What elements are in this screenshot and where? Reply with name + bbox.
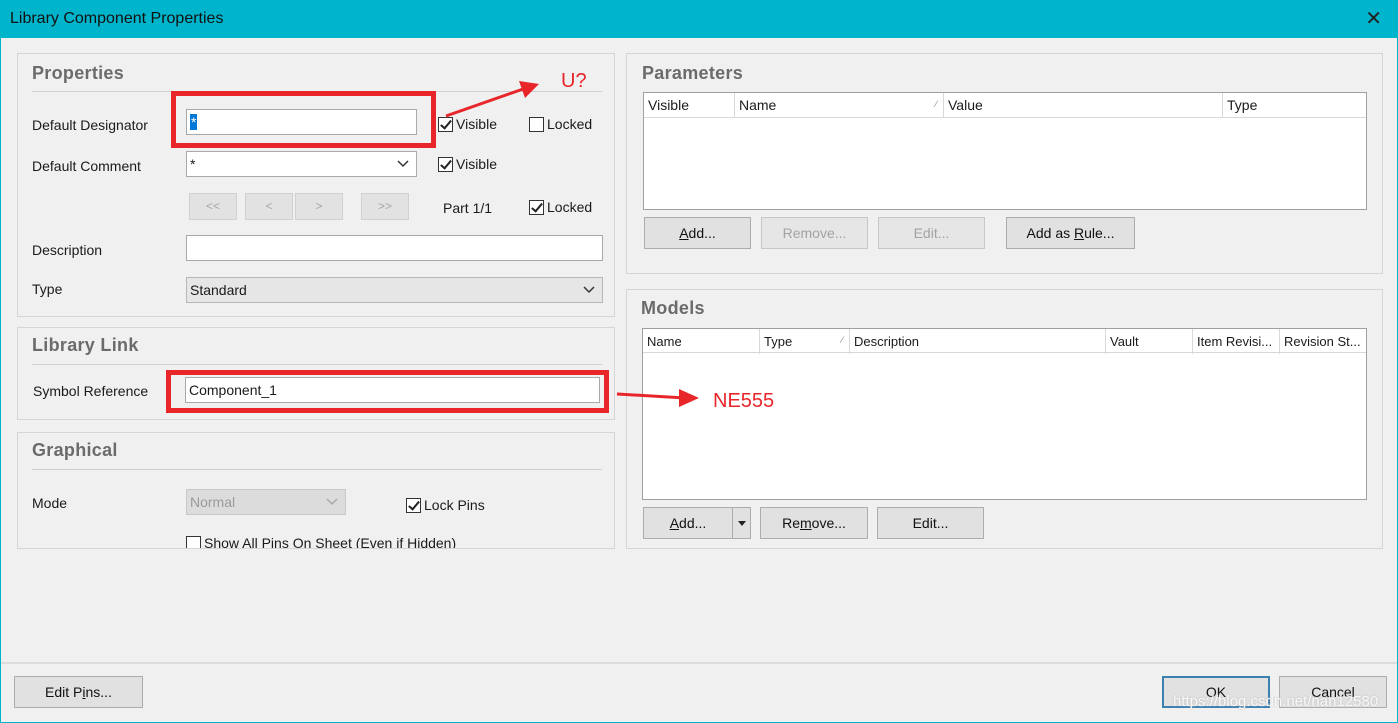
properties-title: Properties (32, 63, 125, 83)
designator-highlight (171, 91, 436, 148)
edit-pins-button[interactable]: Edit Pins... (14, 676, 143, 708)
symbol-reference-label: Symbol Reference (33, 383, 149, 399)
window-title: Library Component Properties (10, 10, 224, 27)
mode-select[interactable]: Normal (186, 489, 346, 515)
graphical-title: Graphical (32, 440, 118, 460)
designator-annotation: U? (561, 70, 587, 92)
chevron-down-icon (326, 498, 338, 506)
column-header[interactable]: Value (944, 93, 1223, 118)
remove-model-button[interactable]: Remove... (760, 507, 868, 539)
show-all-pins-checkbox[interactable]: Show All Pins On Sheet (Even if Hidden) (186, 535, 456, 548)
graphical-divider (32, 469, 602, 470)
checkbox-box (406, 497, 421, 513)
title-bar: Library Component Properties ✕ (0, 0, 1398, 38)
prev-part-button[interactable]: < (245, 193, 293, 220)
dropdown-arrow-icon[interactable] (732, 508, 750, 538)
graphical-panel: Graphical Mode Normal Lock Pins Show All… (17, 432, 615, 549)
models-table-header: Name Type ⁄ Description Vault Item Revis… (643, 329, 1368, 354)
sort-icon: ⁄ (841, 335, 843, 345)
add-model-button[interactable]: Add... (643, 507, 751, 539)
remove-parameter-button[interactable]: Remove... (761, 217, 868, 249)
default-comment-combo[interactable]: * (186, 151, 417, 177)
annotation-arrow-icon (445, 81, 539, 118)
add-as-rule-button[interactable]: Add as Rule... (1006, 217, 1135, 249)
close-icon[interactable]: ✕ (1365, 6, 1382, 31)
parameters-table-header: Visible Name ⁄ Value Type (644, 93, 1366, 118)
mode-label: Mode (32, 495, 68, 511)
description-input[interactable] (186, 235, 603, 261)
edit-parameter-button[interactable]: Edit... (878, 217, 985, 249)
annotation-arrow-icon (616, 389, 699, 407)
dialog-body: Properties Default Designator * Visible … (0, 38, 1398, 723)
models-table[interactable]: Name Type ⁄ Description Vault Item Revis… (642, 328, 1367, 500)
type-select[interactable]: Standard (186, 277, 603, 303)
column-header[interactable]: Revision St... (1280, 329, 1368, 354)
parameters-table[interactable]: Visible Name ⁄ Value Type (643, 92, 1367, 210)
checkbox-box (438, 156, 453, 172)
next-part-button[interactable]: > (295, 193, 343, 220)
description-label: Description (32, 242, 103, 258)
default-designator-label: Default Designator (32, 117, 148, 133)
parameters-panel: Parameters Visible Name ⁄ Value Type Add… (626, 53, 1383, 274)
column-header[interactable]: Name (643, 329, 760, 354)
column-header[interactable]: Type ⁄ (760, 329, 850, 354)
column-header[interactable]: Vault (1106, 329, 1193, 354)
lock-pins-checkbox[interactable]: Lock Pins (406, 497, 485, 513)
checkbox-box (529, 199, 544, 215)
library-link-title: Library Link (32, 335, 139, 355)
column-header[interactable]: Type (1223, 93, 1368, 118)
first-part-button[interactable]: << (189, 193, 237, 220)
symbol-annotation: NE555 (713, 390, 775, 412)
default-comment-label: Default Comment (32, 158, 141, 174)
symbol-reference-highlight (166, 370, 609, 413)
add-parameter-button[interactable]: Add... (644, 217, 751, 249)
column-header[interactable]: Name ⁄ (735, 93, 944, 118)
chevron-down-icon (583, 286, 595, 294)
type-label: Type (32, 281, 63, 297)
checkbox-box (186, 535, 201, 548)
models-title: Models (641, 298, 705, 318)
last-part-button[interactable]: >> (361, 193, 409, 220)
parameters-title: Parameters (642, 63, 744, 83)
library-link-divider (32, 364, 602, 365)
footer-divider (1, 662, 1397, 664)
sort-icon: ⁄ (935, 99, 937, 109)
column-header[interactable]: Visible (644, 93, 735, 118)
part-locked-checkbox[interactable]: Locked (529, 199, 592, 215)
models-panel: Models Name Type ⁄ Description Vault Ite… (626, 289, 1383, 549)
edit-model-button[interactable]: Edit... (877, 507, 984, 539)
chevron-down-icon (397, 160, 409, 168)
watermark: https://blog.csdn.net/nan12580 (1173, 693, 1379, 710)
comment-visible-checkbox[interactable]: Visible (438, 156, 497, 172)
part-indicator: Part 1/1 (443, 200, 493, 216)
column-header[interactable]: Item Revisi... (1193, 329, 1280, 354)
column-header[interactable]: Description (850, 329, 1106, 354)
